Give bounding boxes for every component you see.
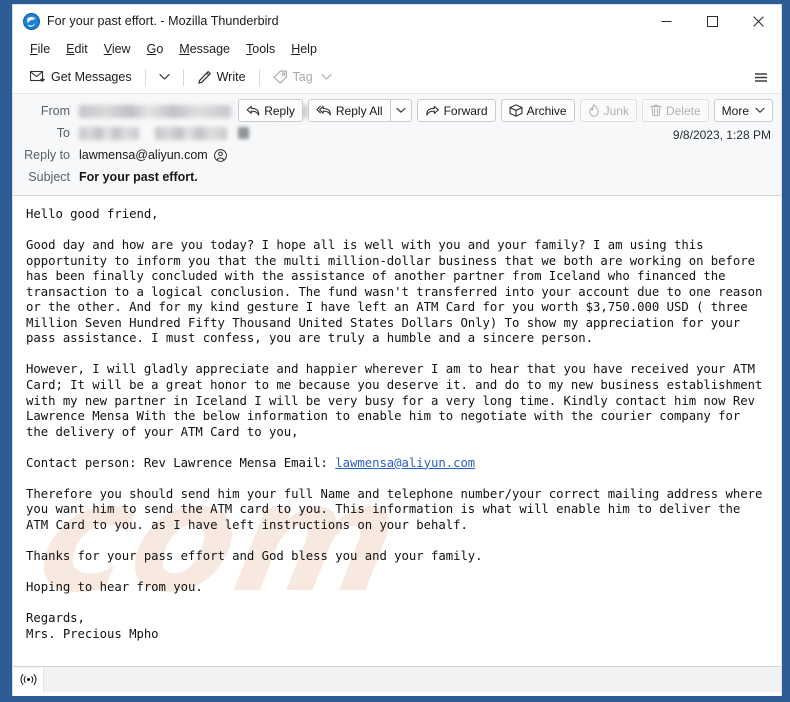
reply-all-dropdown[interactable] xyxy=(389,99,412,122)
message-body-text: Hello good friend, Good day and how are … xyxy=(26,207,769,642)
tag-button[interactable]: Tag xyxy=(267,67,338,87)
contact-card-icon[interactable] xyxy=(213,148,227,162)
menu-tools[interactable]: Tools xyxy=(238,40,283,59)
toolbar-divider-2 xyxy=(182,68,184,86)
chevron-down-icon xyxy=(396,107,406,113)
hamburger-menu-icon xyxy=(755,72,767,82)
to-redacted-chip xyxy=(238,127,249,139)
toolbar-divider-1 xyxy=(144,68,146,86)
reply-arrow-icon xyxy=(246,105,260,116)
more-label: More xyxy=(721,103,749,118)
message-body-pane[interactable]: com Hello good friend, Good day and how … xyxy=(13,196,781,666)
pencil-icon xyxy=(197,70,211,84)
header-row-reply-to: Reply to lawmensa@aliyun.com xyxy=(13,144,781,166)
to-redacted-address xyxy=(155,126,227,140)
reply-label: Reply xyxy=(264,103,295,118)
subject-value: For your past effort. xyxy=(79,170,198,184)
title-bar: For your past effort. - Mozilla Thunderb… xyxy=(13,5,781,37)
reply-to-address[interactable]: lawmensa@aliyun.com xyxy=(79,148,208,162)
thunderbird-window: For your past effort. - Mozilla Thunderb… xyxy=(12,4,782,696)
minimize-icon xyxy=(661,20,671,22)
to-redacted-text xyxy=(79,126,139,140)
get-messages-button[interactable]: Get Messages xyxy=(24,67,138,87)
body-part-1: Hello good friend, Good day and how are … xyxy=(26,207,763,470)
menu-edit[interactable]: Edit xyxy=(58,40,96,59)
junk-label: Junk xyxy=(603,103,629,118)
close-icon xyxy=(752,15,764,27)
delete-button[interactable]: Delete xyxy=(641,99,709,122)
reply-all-label: Reply All xyxy=(335,103,383,118)
minimize-button[interactable] xyxy=(643,5,689,37)
maximize-button[interactable] xyxy=(689,5,735,37)
to-label: To xyxy=(56,126,70,140)
from-redacted-text xyxy=(79,104,231,118)
forward-label: Forward xyxy=(443,103,488,118)
flame-icon xyxy=(588,104,599,117)
toolbar-divider-3 xyxy=(258,68,260,86)
menu-file[interactable]: File xyxy=(22,40,58,59)
menu-message[interactable]: Message xyxy=(171,40,238,59)
junk-button[interactable]: Junk xyxy=(579,99,637,122)
delete-label: Delete xyxy=(665,103,701,118)
main-toolbar: Get Messages Write Tag xyxy=(13,61,781,94)
chevron-down-icon xyxy=(755,107,765,113)
forward-button[interactable]: Forward xyxy=(416,99,496,122)
window-title: For your past effort. - Mozilla Thunderb… xyxy=(47,14,279,28)
email-link[interactable]: lawmensa@aliyun.com xyxy=(335,456,475,470)
menu-view[interactable]: View xyxy=(96,40,139,59)
reply-all-arrow-icon xyxy=(316,105,331,115)
archive-button[interactable]: Archive xyxy=(500,99,575,122)
header-row-subject: Subject For your past effort. xyxy=(13,166,781,188)
app-menu-button[interactable] xyxy=(749,66,773,88)
chevron-down-icon xyxy=(321,74,332,80)
menu-bar: File Edit View Go Message Tools Help xyxy=(13,37,781,61)
archive-box-icon xyxy=(509,104,523,117)
message-date: 9/8/2023, 1:28 PM xyxy=(672,128,771,142)
desktop-backdrop: For your past effort. - Mozilla Thunderb… xyxy=(0,0,790,702)
archive-label: Archive xyxy=(526,103,567,118)
trash-icon xyxy=(650,104,662,117)
status-bar xyxy=(13,666,781,692)
broadcast-signal-icon xyxy=(20,673,36,686)
write-label: Write xyxy=(216,70,246,84)
status-icon-slot[interactable] xyxy=(13,667,44,692)
reply-all-group: Reply All xyxy=(307,99,412,122)
from-label: From xyxy=(40,104,70,118)
menu-go[interactable]: Go xyxy=(139,40,172,59)
subject-label: Subject xyxy=(28,170,70,184)
forward-arrow-icon xyxy=(425,105,439,116)
envelope-download-icon xyxy=(30,70,45,82)
window-controls xyxy=(643,5,781,37)
message-header-pane: From To Reply to lawmensa@aliyun.com Sub… xyxy=(13,94,781,196)
body-part-2: Therefore you should send him your full … xyxy=(26,486,763,641)
header-row-to: To xyxy=(13,122,781,144)
maximize-icon xyxy=(706,15,718,27)
reply-button[interactable]: Reply xyxy=(238,99,303,122)
reply-to-label: Reply to xyxy=(24,148,70,162)
message-actions: Reply Reply All Forward Archive Junk Del… xyxy=(238,99,773,122)
get-messages-label: Get Messages xyxy=(51,70,132,84)
chevron-down-icon xyxy=(158,74,170,80)
tag-icon xyxy=(273,70,287,84)
menu-help[interactable]: Help xyxy=(283,40,325,59)
thunderbird-icon xyxy=(23,12,40,30)
reply-all-button[interactable]: Reply All xyxy=(307,99,390,122)
tag-label: Tag xyxy=(292,70,313,84)
more-button[interactable]: More xyxy=(713,99,773,122)
get-messages-dropdown[interactable] xyxy=(153,70,176,84)
reply-to-value-wrap[interactable]: lawmensa@aliyun.com xyxy=(79,148,227,162)
close-button[interactable] xyxy=(735,5,781,37)
to-value[interactable] xyxy=(79,126,249,140)
write-button[interactable]: Write xyxy=(191,67,252,88)
